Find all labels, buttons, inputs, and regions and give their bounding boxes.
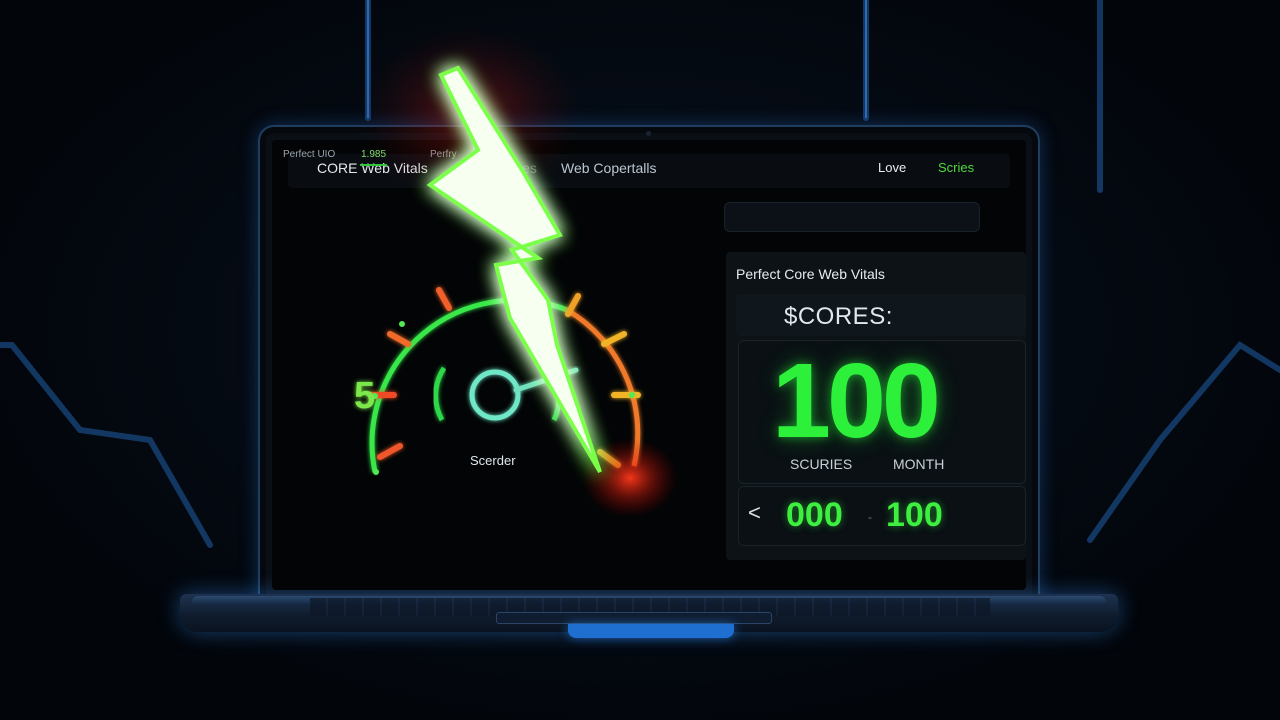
arrow-right-icon[interactable]: ⇢ (503, 147, 513, 161)
breadcrumb-last[interactable]: Web Copertalls (561, 160, 656, 176)
toolbar-value-tab[interactable]: 1.985 (361, 149, 386, 160)
laptop-screen: CORE Web Vitals ices Web Copertalls Love… (272, 140, 1026, 590)
app-title[interactable]: CORE Web Vitals (317, 160, 428, 176)
metrics-toolbar (724, 202, 980, 232)
inner-arc-left (433, 366, 447, 422)
range-from: 000 (786, 496, 843, 534)
nav-link-love[interactable]: Love (878, 160, 906, 175)
range-separator: - (868, 510, 872, 524)
range-panel (738, 486, 1026, 546)
active-tab-indicator (360, 164, 387, 166)
score-value: 100 (772, 342, 941, 460)
gauge-needle (513, 367, 579, 393)
gauge-hub (469, 369, 521, 421)
scores-label: $CORES: (784, 303, 893, 330)
toolbar-label-2[interactable]: Perfry (430, 149, 457, 160)
toolbar-label: Perfect UIO (283, 149, 336, 160)
range-to: 100 (886, 496, 943, 534)
nav-link-scores[interactable]: Scries (938, 160, 974, 175)
laptop-front-notch (568, 624, 734, 638)
card-title: Perfect Core Web Vitals (736, 266, 885, 282)
trackpad (496, 612, 772, 624)
clipboard-icon[interactable]: ▫ (475, 147, 479, 161)
gauge-label: Scerder (470, 453, 516, 468)
breadcrumb-middle[interactable]: ices (512, 160, 537, 176)
score-unit-left: SCURIES (790, 456, 853, 472)
chevron-left-icon[interactable]: < (748, 500, 761, 526)
gauge-number: 5 (354, 375, 375, 417)
gauge-arc-orange (565, 307, 641, 467)
score-unit-right: MONTH (893, 456, 945, 472)
webcam (646, 131, 651, 136)
